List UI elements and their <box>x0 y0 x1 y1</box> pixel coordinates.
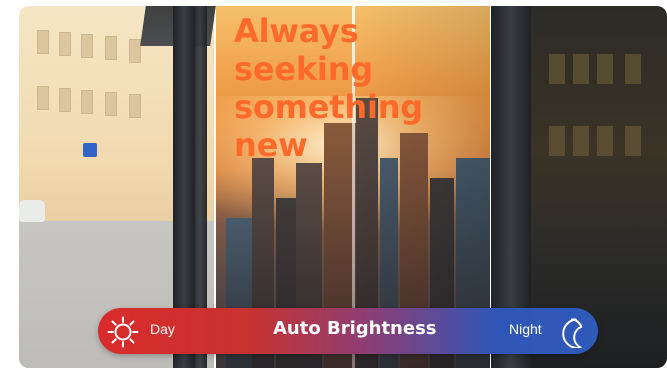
building-window <box>597 54 613 84</box>
car <box>19 200 45 222</box>
building-window <box>59 88 71 112</box>
building-window <box>81 34 93 58</box>
auto-brightness-title: Auto Brightness <box>273 318 437 339</box>
building-window <box>81 90 93 114</box>
night-label: Night <box>509 321 542 337</box>
building-window <box>573 54 589 84</box>
building-window <box>625 126 641 156</box>
building-window <box>37 30 49 54</box>
poster-headline: Always seeking something new <box>234 12 424 164</box>
building-window <box>105 92 117 116</box>
building-window <box>59 32 71 56</box>
road-sign <box>83 143 97 157</box>
building-window <box>549 54 565 84</box>
building-window <box>573 126 589 156</box>
building-window <box>129 94 141 118</box>
building-window <box>597 126 613 156</box>
sun-icon <box>107 316 139 348</box>
building-window <box>105 36 117 60</box>
building-window <box>129 39 141 63</box>
building-window <box>37 86 49 110</box>
moon-icon <box>562 318 583 348</box>
auto-brightness-bar: Day Auto Brightness Night <box>98 308 598 354</box>
day-label: Day <box>150 321 175 337</box>
building-window <box>625 54 641 84</box>
building-window <box>549 126 565 156</box>
